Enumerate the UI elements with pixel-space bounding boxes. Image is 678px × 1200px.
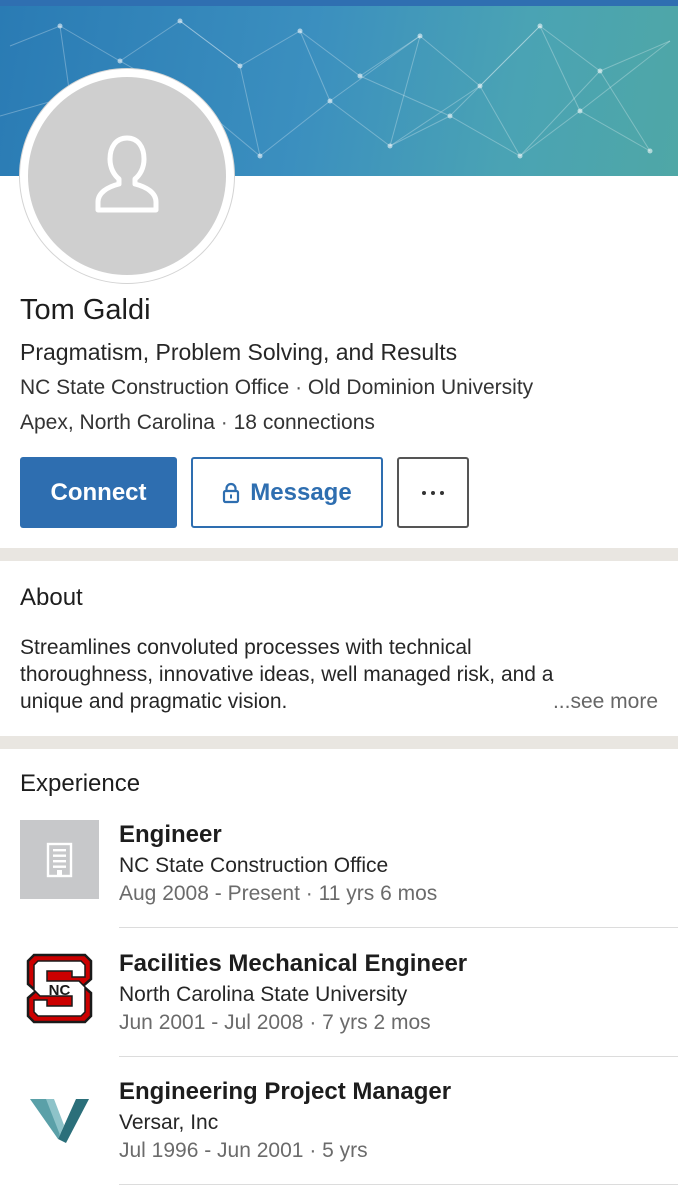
date-range: Aug 2008 - Present — [119, 882, 300, 905]
experience-title: Experience — [20, 770, 141, 797]
avatar-placeholder — [28, 77, 226, 275]
svg-text:NC: NC — [49, 982, 71, 999]
connections-count[interactable]: 18 connections — [234, 411, 375, 434]
profile-headline: Pragmatism, Problem Solving, and Results — [20, 339, 458, 365]
see-more-link[interactable]: ...see more — [553, 688, 658, 715]
separator: · — [220, 411, 228, 434]
separator: · — [305, 882, 313, 905]
education-school[interactable]: Old Dominion University — [308, 376, 533, 399]
profile-card: Tom Galdi Pragmatism, Problem Solving, a… — [0, 0, 678, 548]
about-text-line: unique and pragmatic vision. — [20, 690, 288, 713]
about-text-line: thoroughness, innovative ideas, well man… — [20, 663, 554, 686]
job-duration: 11 yrs 6 mos — [318, 882, 438, 905]
company-name: NC State Construction Office — [119, 854, 389, 877]
message-button[interactable]: Message — [191, 457, 383, 528]
versar-logo — [30, 1099, 89, 1143]
separator: · — [295, 376, 303, 399]
date-range: Jun 2001 - Jul 2008 — [119, 1011, 304, 1034]
divider — [119, 1184, 678, 1185]
date-range: Jul 1996 - Jun 2001 — [119, 1139, 304, 1162]
more-actions-button[interactable] — [397, 457, 469, 528]
job-dates: Aug 2008 - Present · 11 yrs 6 mos — [119, 880, 437, 907]
company-name: North Carolina State University — [119, 983, 408, 1006]
job-dates: Jul 1996 - Jun 2001 · 5 yrs — [119, 1137, 368, 1164]
about-section: About Streamlines convoluted processes w… — [0, 561, 678, 736]
current-company[interactable]: NC State Construction Office — [20, 376, 289, 399]
message-button-label: Message — [250, 478, 352, 506]
connect-button-label: Connect — [50, 478, 147, 506]
divider — [119, 1056, 678, 1057]
job-duration: 7 yrs 2 mos — [322, 1011, 431, 1034]
profile-location-connections: Apex, North Carolina · 18 connections — [20, 409, 375, 437]
company-logo: NC — [20, 949, 99, 1028]
profile-avatar[interactable] — [20, 69, 234, 283]
experience-item[interactable]: Engineer NC State Construction Office Au… — [0, 820, 678, 948]
separator: · — [309, 1011, 317, 1034]
profile-company-education: NC State Construction Office · Old Domin… — [20, 374, 533, 402]
lock-icon — [223, 482, 240, 503]
company-logo — [20, 820, 99, 899]
company-name: Versar, Inc — [119, 1111, 219, 1134]
ellipsis-dot — [431, 490, 435, 495]
ncsu-logo: NC — [26, 953, 93, 1024]
experience-section: Experience Engineer NC State Constructio… — [0, 749, 678, 1200]
location: Apex, North Carolina — [20, 411, 215, 434]
about-text-line: Streamlines convoluted processes with te… — [20, 636, 472, 659]
ellipsis-icon — [422, 490, 426, 495]
person-icon — [95, 135, 159, 213]
job-duration: 5 yrs — [322, 1139, 368, 1162]
job-dates: Jun 2001 - Jul 2008 · 7 yrs 2 mos — [119, 1009, 431, 1036]
job-title: Engineer — [119, 821, 222, 848]
company-logo — [20, 1077, 99, 1156]
profile-name: Tom Galdi — [20, 294, 151, 326]
experience-item[interactable]: Engineering Project Manager Versar, Inc … — [0, 1077, 678, 1200]
ellipsis-dot — [440, 490, 444, 495]
connect-button[interactable]: Connect — [20, 457, 177, 528]
divider — [119, 927, 678, 928]
separator: · — [309, 1139, 317, 1162]
experience-item[interactable]: NC Facilities Mechanical Engineer North … — [0, 949, 678, 1077]
job-title: Engineering Project Manager — [119, 1078, 452, 1105]
building-icon — [46, 842, 73, 878]
job-title: Facilities Mechanical Engineer — [119, 950, 468, 977]
about-title: About — [20, 584, 83, 611]
